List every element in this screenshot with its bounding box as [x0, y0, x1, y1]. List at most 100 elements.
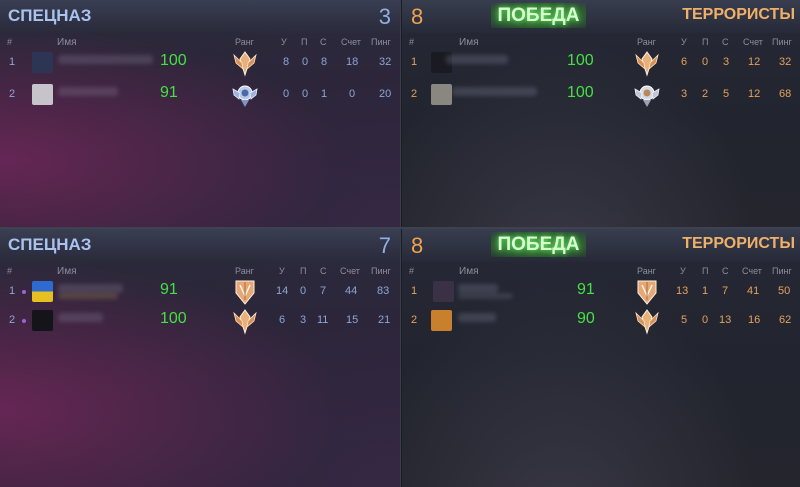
player-deaths: 7 [320, 285, 327, 297]
player-score: 18 [346, 56, 359, 68]
player-kills: 3 [681, 88, 688, 100]
col-assists: П [301, 37, 308, 47]
party-dot [22, 319, 26, 323]
player-assists: 0 [300, 285, 307, 297]
player-level: 91 [577, 281, 595, 298]
player-row[interactable]: 1 91 14 0 7 44 83 [0, 279, 400, 305]
silver-wings-icon [634, 85, 660, 107]
team-score: 8 [411, 4, 424, 29]
player-level: 91 [160, 281, 178, 298]
victory-badge: ПОБЕДА [491, 232, 586, 257]
player-kills: 5 [681, 314, 688, 326]
col-deaths: С [320, 37, 327, 47]
player-kills: 8 [283, 56, 290, 68]
player-level: 100 [160, 310, 187, 327]
player-avatar [431, 84, 452, 105]
player-name-blurred [452, 87, 537, 96]
col-score: Счет [742, 266, 762, 276]
gold-shield-icon [235, 280, 255, 305]
team-score: 3 [378, 4, 391, 29]
player-clan-blurred [458, 293, 513, 299]
team-score: 8 [411, 233, 424, 258]
player-name-blurred [458, 313, 496, 322]
col-assists: П [300, 266, 307, 276]
player-kills: 6 [681, 56, 688, 68]
col-name: Имя [57, 37, 77, 48]
col-ping: Пинг [772, 266, 792, 276]
col-name: Имя [459, 37, 479, 48]
col-kills: У [279, 266, 285, 276]
player-num: 2 [9, 88, 16, 100]
player-ping: 83 [377, 285, 390, 297]
player-assists: 0 [302, 56, 309, 68]
match2-t-panel: 8 ПОБЕДА ТЕРРОРИСТЫ # Имя Ранг У П С Сче… [402, 229, 800, 487]
team-header: СПЕЦНАЗ 3 [0, 0, 400, 33]
gold-shield-icon [637, 280, 657, 305]
team-score: 7 [378, 233, 391, 258]
player-row[interactable]: 1 100 6 0 3 12 32 [402, 50, 800, 77]
player-name-blurred [458, 284, 498, 293]
team-name: СПЕЦНАЗ [8, 6, 92, 25]
player-num: 1 [9, 285, 16, 297]
team-name: СПЕЦНАЗ [8, 235, 92, 254]
player-row[interactable]: 2 90 5 0 13 16 62 [402, 308, 800, 335]
player-ping: 50 [778, 285, 791, 297]
player-score: 12 [748, 88, 761, 100]
player-num: 2 [411, 314, 418, 326]
player-row[interactable]: 2 91 0 0 1 0 20 [0, 82, 400, 108]
player-avatar [32, 281, 53, 302]
match2-ct-panel: СПЕЦНАЗ 7 # Имя Ранг У П С Счет Пинг 1 9… [0, 229, 401, 487]
player-deaths: 11 [317, 314, 329, 326]
player-num: 2 [9, 314, 16, 326]
silver-wings-icon [232, 85, 258, 107]
player-num: 1 [9, 56, 16, 68]
player-row[interactable]: 1 91 13 1 7 41 50 [402, 279, 800, 305]
col-ping: Пинг [772, 37, 792, 47]
col-deaths: С [722, 37, 729, 47]
col-name: Имя [57, 266, 77, 277]
player-avatar [32, 310, 53, 331]
col-ping: Пинг [371, 266, 391, 276]
player-avatar [32, 84, 53, 105]
player-assists: 1 [702, 285, 709, 297]
player-row[interactable]: 2 100 3 2 5 12 68 [402, 82, 800, 108]
player-assists: 3 [300, 314, 307, 326]
col-rank: Ранг [637, 266, 656, 276]
gold-wings-icon [233, 309, 257, 335]
player-level: 100 [567, 84, 594, 101]
player-deaths: 3 [723, 56, 730, 68]
col-score: Счет [341, 37, 361, 47]
player-score: 12 [748, 56, 761, 68]
col-ping: Пинг [371, 37, 391, 47]
player-deaths: 13 [719, 314, 732, 326]
player-name-blurred [58, 284, 123, 293]
player-ping: 20 [379, 88, 392, 100]
player-avatar [431, 310, 452, 331]
col-kills: У [680, 266, 686, 276]
col-score: Счет [340, 266, 360, 276]
col-rank: Ранг [235, 266, 254, 276]
player-ping: 32 [779, 56, 792, 68]
player-level: 90 [577, 310, 595, 327]
player-num: 2 [411, 88, 418, 100]
player-row[interactable]: 2 100 6 3 11 15 21 [0, 308, 400, 335]
col-num: # [7, 266, 13, 276]
player-level: 100 [567, 52, 594, 69]
col-assists: П [702, 266, 709, 276]
player-num: 1 [411, 56, 418, 68]
col-rank: Ранг [637, 37, 656, 47]
match1-ct-panel: СПЕЦНАЗ 3 # Имя Ранг У П С Счет Пинг 1 1… [0, 0, 401, 228]
col-kills: У [281, 37, 287, 47]
col-num: # [409, 37, 415, 47]
party-dot [22, 290, 26, 294]
col-deaths: С [320, 266, 327, 276]
col-assists: П [702, 37, 709, 47]
player-deaths: 1 [321, 88, 328, 100]
player-row[interactable]: 1 100 8 0 8 18 32 [0, 50, 400, 77]
player-score: 16 [748, 314, 761, 326]
col-rank: Ранг [235, 37, 254, 47]
scoreboards-grid: СПЕЦНАЗ 3 # Имя Ранг У П С Счет Пинг 1 1… [0, 0, 800, 487]
col-score: Счет [743, 37, 763, 47]
player-kills: 6 [279, 314, 286, 326]
player-level: 91 [160, 84, 178, 101]
